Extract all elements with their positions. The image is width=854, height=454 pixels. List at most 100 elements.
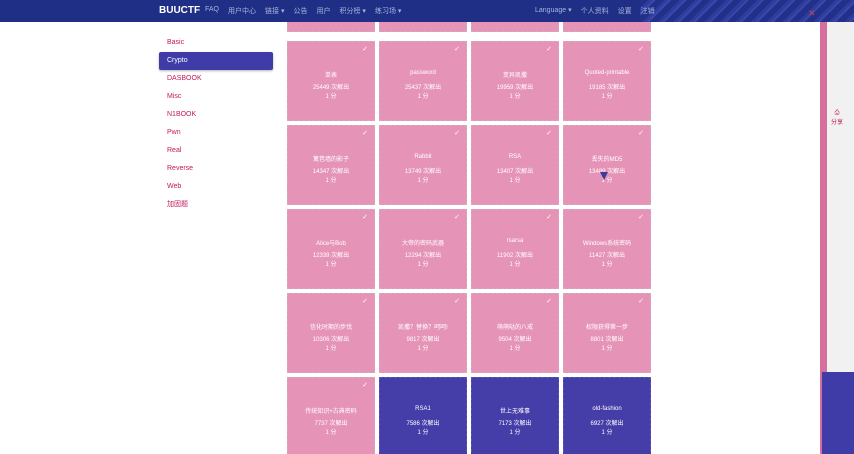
challenge-tile[interactable]: 凯撒？替换？呵呵! 9817 次解出 1 分 ✓ — [379, 293, 467, 373]
challenge-tile[interactable]: 世上无难事 7173 次解出 1 分 — [471, 377, 559, 454]
challenge-tile[interactable]: ✓ — [379, 22, 467, 32]
challenge-name: 大帝的密码武器 — [401, 241, 444, 247]
nav-link-settings[interactable]: 设置 — [618, 6, 632, 16]
nav-link-faq[interactable]: FAQ — [205, 6, 219, 16]
challenge-name: old-fashion — [592, 406, 622, 412]
challenge-score: 1 分 — [417, 262, 429, 268]
challenge-name: 萌萌哒的八戒 — [496, 325, 533, 331]
challenge-solve-count: 11902 次解出 — [497, 253, 533, 259]
mouse-cursor-icon — [600, 172, 608, 180]
challenge-tile[interactable]: Quoted-printable 19185 次解出 1 分 ✓ — [563, 41, 651, 121]
challenge-solve-count: 25449 次解出 — [312, 85, 350, 91]
challenge-name: 篱笆墙的影子 — [312, 157, 349, 163]
challenge-tile[interactable]: 传统知识+古典密码 7737 次解出 1 分 ✓ — [287, 377, 375, 454]
brand-logo[interactable]: BUUCTF — [159, 5, 200, 16]
sidebar-item-dasbook[interactable]: DASBOOK — [159, 70, 273, 88]
sidebar-item-pwn[interactable]: Pwn — [159, 124, 273, 142]
solved-check-icon: ✓ — [362, 214, 368, 221]
challenge-name: 丢失的MD5 — [591, 157, 623, 163]
nav-link-user-center[interactable]: 用户中心 — [228, 6, 256, 16]
challenge-tile[interactable]: 丢失的MD5 13489 次解出 1 分 ✓ — [563, 125, 651, 205]
nav-right-links: Language ▾ 个人资料 设置 注销 — [535, 6, 655, 16]
challenge-tile[interactable]: 信化时期的步伐 10306 次解出 1 分 ✓ — [287, 293, 375, 373]
challenge-solve-count: 19185 次解出 — [588, 85, 626, 91]
challenge-name: 凯撒？替换？呵呵! — [398, 325, 448, 331]
challenge-tile[interactable]: password 25437 次解出 1 分 ✓ — [379, 41, 467, 121]
solved-check-icon: ✓ — [454, 298, 460, 305]
challenge-tile[interactable]: 权限获得第一步 8801 次解出 1 分 ✓ — [563, 293, 651, 373]
panel-blue-block — [822, 372, 854, 454]
challenge-tile[interactable]: 大帝的密码武器 12294 次解出 1 分 ✓ — [379, 209, 467, 289]
sidebar-item-hardening[interactable]: 加固题 — [159, 196, 273, 214]
nav-link-users[interactable]: 用户 — [316, 6, 330, 16]
share-label: 分享 — [830, 120, 843, 126]
navbar-decoration — [640, 0, 854, 22]
nav-link-logout[interactable]: 注销 — [641, 6, 655, 16]
challenge-tile[interactable]: Alice与Bob 12339 次解出 1 分 ✓ — [287, 209, 375, 289]
solved-check-icon: ✓ — [546, 298, 552, 305]
challenge-tile[interactable]: rsarsa 11902 次解出 1 分 ✓ — [471, 209, 559, 289]
challenge-name: password — [410, 70, 436, 76]
solved-check-icon: ✓ — [362, 298, 368, 305]
challenge-solve-count: 7586 次解出 — [406, 421, 440, 427]
challenge-name: Quoted-printable — [584, 70, 630, 76]
sidebar-item-misc[interactable]: Misc — [159, 88, 273, 106]
nav-link-scoreboard[interactable]: 积分榜 ▾ — [339, 6, 365, 16]
solved-check-icon: ✓ — [546, 130, 552, 137]
challenge-solve-count: 14347 次解出 — [312, 169, 350, 175]
challenge-score: 1 分 — [325, 94, 337, 100]
nav-link-notice[interactable]: 公告 — [293, 6, 307, 16]
challenge-solve-count: 13749 次解出 — [404, 169, 442, 175]
challenge-score: 1 分 — [417, 346, 429, 352]
challenge-tile[interactable]: ✓ — [563, 22, 651, 32]
sidebar-item-n1book[interactable]: N1BOOK — [159, 106, 273, 124]
challenge-name: 信化时期的步伐 — [309, 325, 352, 331]
challenge-score: 1 分 — [509, 346, 521, 352]
challenge-tile[interactable]: 篱笆墙的影子 14347 次解出 1 分 ✓ — [287, 125, 375, 205]
solved-check-icon: ✓ — [454, 46, 460, 53]
challenge-solve-count: 9817 次解出 — [406, 337, 440, 343]
solved-check-icon: ✓ — [454, 130, 460, 137]
sidebar-item-reverse[interactable]: Reverse — [159, 160, 273, 178]
sidebar-item-real[interactable]: Real — [159, 142, 273, 160]
nav-link-links[interactable]: 链接 ▾ — [265, 6, 284, 16]
close-icon[interactable]: ✕ — [808, 8, 816, 19]
sidebar-item-web[interactable]: Web — [159, 178, 273, 196]
sidebar-item-basic[interactable]: Basic — [159, 34, 273, 52]
challenge-score: 1 分 — [417, 430, 429, 436]
challenge-tile[interactable]: 单表 25449 次解出 1 分 ✓ — [287, 41, 375, 121]
challenge-tile[interactable]: RSA1 7586 次解出 1 分 — [379, 377, 467, 454]
challenge-tile[interactable]: RSA 13407 次解出 1 分 ✓ — [471, 125, 559, 205]
challenge-solve-count: 11427 次解出 — [589, 253, 625, 259]
challenge-score: 1 分 — [325, 262, 337, 268]
challenge-tile[interactable]: old-fashion 6927 次解出 1 分 — [563, 377, 651, 454]
challenge-solve-count: 12339 次解出 — [312, 253, 350, 259]
challenge-tile[interactable]: ✓ — [287, 22, 375, 32]
challenge-grid: ✓ ✓ ✓ ✓ 单表 25449 次解出 1 分 ✓ password 25437 次解出 1 分 ✓… — [287, 22, 653, 454]
sidebar-item-crypto[interactable]: Crypto — [159, 52, 273, 70]
challenge-score: 1 分 — [509, 430, 521, 436]
challenge-solve-count: 10306 次解出 — [312, 337, 350, 343]
challenge-solve-count: 8801 次解出 — [590, 337, 624, 343]
challenge-name: Windows系统密码 — [582, 241, 632, 247]
challenge-solve-count: 19959 次解出 — [496, 85, 534, 91]
challenge-tile[interactable]: Rabbit 13749 次解出 1 分 ✓ — [379, 125, 467, 205]
challenge-solve-count: 25437 次解出 — [404, 85, 442, 91]
nav-left-links: FAQ 用户中心 链接 ▾ 公告 用户 积分榜 ▾ 练习场 ▾ — [205, 6, 401, 16]
solved-check-icon: ✓ — [362, 130, 368, 137]
challenge-tile[interactable]: Windows系统密码 11427 次解出 1 分 ✓ — [563, 209, 651, 289]
nav-link-practice[interactable]: 练习场 ▾ — [375, 6, 401, 16]
challenge-score: 1 分 — [325, 346, 337, 352]
top-navbar: BUUCTF FAQ 用户中心 链接 ▾ 公告 用户 积分榜 ▾ 练习场 ▾ L… — [0, 0, 854, 22]
solved-check-icon: ✓ — [638, 130, 644, 137]
challenge-tile[interactable]: 变异凯撒 19959 次解出 1 分 ✓ — [471, 41, 559, 121]
challenge-name: 变异凯撒 — [502, 73, 527, 79]
challenge-tile[interactable]: 萌萌哒的八戒 9504 次解出 1 分 ✓ — [471, 293, 559, 373]
solved-check-icon: ✓ — [638, 214, 644, 221]
nav-link-profile[interactable]: 个人资料 — [581, 6, 609, 16]
solved-check-icon: ✓ — [362, 46, 368, 53]
nav-link-language[interactable]: Language ▾ — [535, 6, 572, 16]
share-button[interactable]: ⎙ 分享 — [826, 110, 848, 126]
challenge-tile[interactable]: ✓ — [471, 22, 559, 32]
challenge-name: 世上无难事 — [499, 409, 530, 415]
